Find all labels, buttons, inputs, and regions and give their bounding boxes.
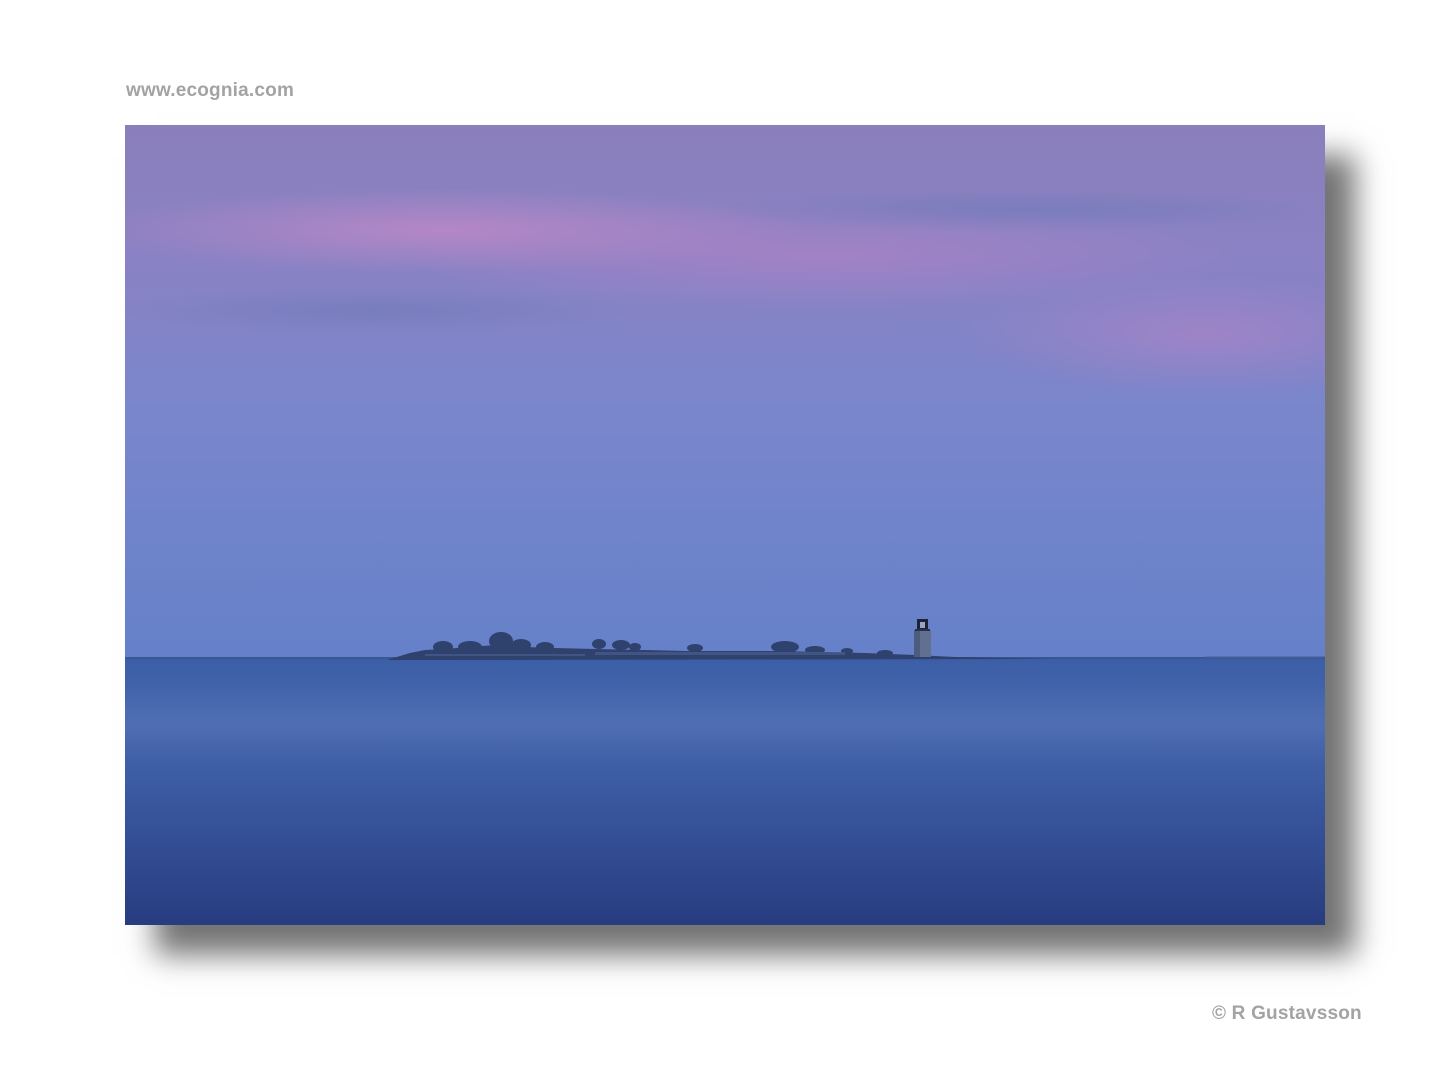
seascape-image <box>125 125 1325 925</box>
water-sheen <box>125 685 1325 765</box>
cloud-streak <box>125 285 635 335</box>
cloud-streak <box>705 188 1325 232</box>
distant-shore <box>1205 656 1325 658</box>
photo <box>125 125 1325 925</box>
copyright: © R Gustavsson <box>1212 1003 1362 1024</box>
site-url: www.ecognia.com <box>126 80 295 101</box>
